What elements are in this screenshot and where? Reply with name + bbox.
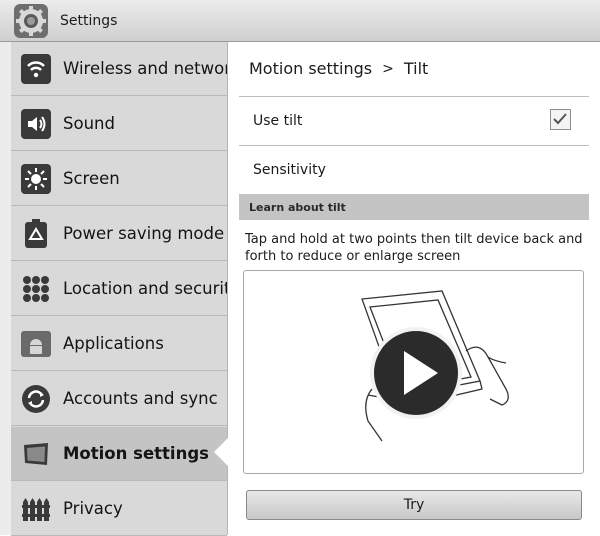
sidebar-item-power-saving[interactable]: Power saving mode (11, 207, 227, 261)
breadcrumb: Motion settings > Tilt (249, 59, 428, 78)
fence-icon (22, 497, 50, 521)
sidebar-item-sound[interactable]: Sound (11, 97, 227, 151)
tutorial-video[interactable] (243, 270, 584, 474)
settings-sidebar: Wireless and networks Sound Screen (0, 42, 228, 536)
breadcrumb-separator: > (382, 60, 394, 77)
use-tilt-checkbox[interactable] (550, 109, 571, 130)
app-title: Settings (60, 12, 118, 29)
title-bar: Settings (0, 0, 600, 42)
sidebar-item-label: Screen (63, 169, 120, 188)
sensitivity-label: Sensitivity (253, 162, 326, 178)
tablet-icon (24, 442, 48, 465)
speaker-icon (21, 108, 51, 139)
sidebar-item-label: Power saving mode (63, 224, 225, 243)
active-item-indicator (214, 438, 228, 466)
try-button[interactable]: Try (246, 490, 582, 520)
breadcrumb-parent[interactable]: Motion settings (249, 59, 372, 78)
sidebar-edge (0, 42, 11, 535)
location-grid-icon (23, 275, 49, 302)
sidebar-item-label: Privacy (63, 499, 123, 518)
sidebar-item-label: Location and security (63, 279, 227, 298)
sidebar-item-label: Sound (63, 114, 115, 133)
sidebar-item-label: Wireless and networks (63, 59, 227, 78)
brightness-icon (21, 163, 51, 194)
sidebar-item-label: Motion settings (63, 444, 209, 463)
detail-panel: Motion settings > Tilt Use tilt Sensitiv… (229, 42, 600, 535)
breadcrumb-current: Tilt (403, 59, 429, 78)
sidebar-item-label: Applications (63, 334, 164, 353)
use-tilt-label: Use tilt (253, 113, 303, 129)
sidebar-item-privacy[interactable]: Privacy (11, 482, 227, 536)
settings-gear-icon (14, 3, 48, 38)
sidebar-item-applications[interactable]: Applications (11, 317, 227, 371)
sidebar-item-wireless[interactable]: Wireless and networks (11, 42, 227, 96)
sync-icon (22, 384, 50, 413)
android-icon (21, 330, 51, 357)
section-header: Learn about tilt (239, 194, 589, 220)
sidebar-item-motion-settings[interactable]: Motion settings (11, 427, 227, 481)
sidebar-item-screen[interactable]: Screen (11, 152, 227, 206)
tilt-illustration (361, 290, 509, 442)
use-tilt-row[interactable]: Use tilt (239, 97, 589, 145)
recycle-icon (25, 218, 47, 248)
sidebar-item-label: Accounts and sync (63, 389, 218, 408)
sidebar-item-location-security[interactable]: Location and security (11, 262, 227, 316)
section-title: Learn about tilt (249, 200, 346, 214)
sensitivity-row[interactable]: Sensitivity (239, 146, 589, 194)
sidebar-item-accounts-sync[interactable]: Accounts and sync (11, 372, 227, 426)
tilt-description: Tap and hold at two points then tilt dev… (245, 232, 583, 264)
checkmark-icon (553, 113, 567, 125)
wifi-icon (21, 53, 51, 84)
